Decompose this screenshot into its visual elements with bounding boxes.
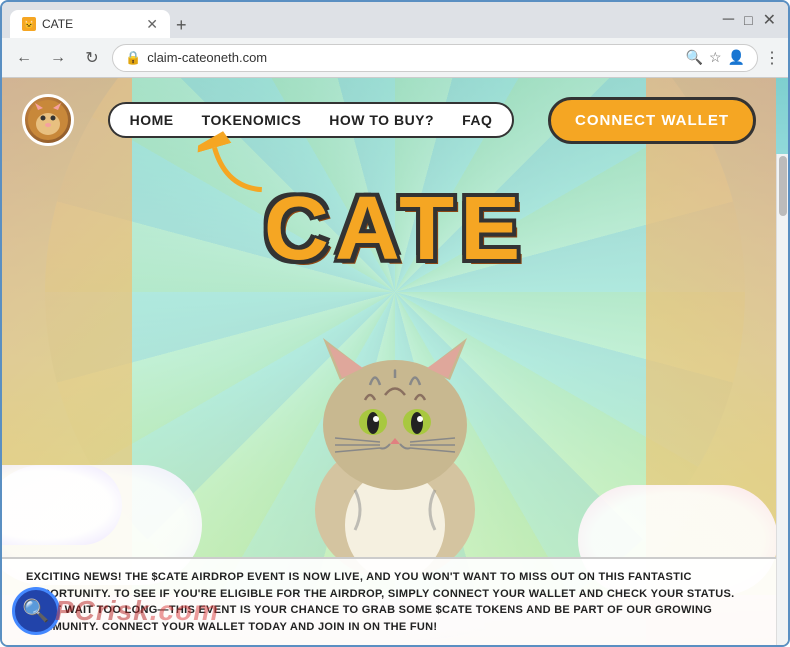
tab-area: 🐱 CATE ✕ + [10,2,717,38]
reload-button[interactable]: ↻ [78,44,106,72]
website-content: HOME TOKENOMICS HOW TO BUY? FAQ CONNECT … [2,78,788,645]
hero-title: CATE [264,178,526,281]
site-background: HOME TOKENOMICS HOW TO BUY? FAQ CONNECT … [2,78,788,645]
site-nav: HOME TOKENOMICS HOW TO BUY? FAQ CONNECT … [2,94,776,146]
browser-titlebar: 🐱 CATE ✕ + ─ □ ✕ [2,2,788,38]
address-bar[interactable]: 🔒 claim-cateoneth.com 🔍 ☆ 👤 [112,44,758,72]
info-box: EXCITING NEWS! THE $CATE AIRDROP EVENT I… [2,557,776,645]
browser-controls: ← → ↻ 🔒 claim-cateoneth.com 🔍 ☆ 👤 ⋮ [2,38,788,78]
forward-button[interactable]: → [44,44,72,72]
site-logo[interactable] [22,94,74,146]
cat-illustration [255,270,535,590]
address-bar-icons: 🔍 ☆ 👤 [686,49,745,66]
nav-faq[interactable]: FAQ [462,112,492,128]
search-icon[interactable]: 🔍 [686,49,703,66]
nav-tokenomics[interactable]: TOKENOMICS [202,112,302,128]
scrollbar-thumb[interactable] [779,156,787,216]
browser-tab[interactable]: 🐱 CATE ✕ [10,10,170,38]
maximize-button[interactable]: □ [744,12,752,28]
more-options-button[interactable]: ⋮ [764,48,780,68]
nav-links-container: HOME TOKENOMICS HOW TO BUY? FAQ [108,102,515,138]
close-button[interactable]: ✕ [763,10,776,30]
scrollbar[interactable] [776,154,788,645]
new-tab-button[interactable]: + [170,15,193,36]
tab-close-button[interactable]: ✕ [146,16,158,33]
tab-title: CATE [42,17,73,31]
cloud-bottom-left-2 [2,465,122,545]
bookmark-icon[interactable]: ☆ [709,49,722,66]
info-text: EXCITING NEWS! THE $CATE AIRDROP EVENT I… [26,571,734,633]
profile-icon[interactable]: 👤 [728,49,745,66]
browser-menu-buttons: ⋮ [764,48,780,68]
browser-frame: 🐱 CATE ✕ + ─ □ ✕ ← → ↻ 🔒 claim-cateoneth… [0,0,790,647]
minimize-button[interactable]: ─ [723,11,734,29]
nav-home[interactable]: HOME [130,112,174,128]
tab-favicon: 🐱 [22,17,36,31]
nav-how-to-buy[interactable]: HOW TO BUY? [329,112,434,128]
back-button[interactable]: ← [10,44,38,72]
url-text: claim-cateoneth.com [147,50,267,65]
connect-wallet-button[interactable]: CONNECT WALLET [548,97,756,144]
